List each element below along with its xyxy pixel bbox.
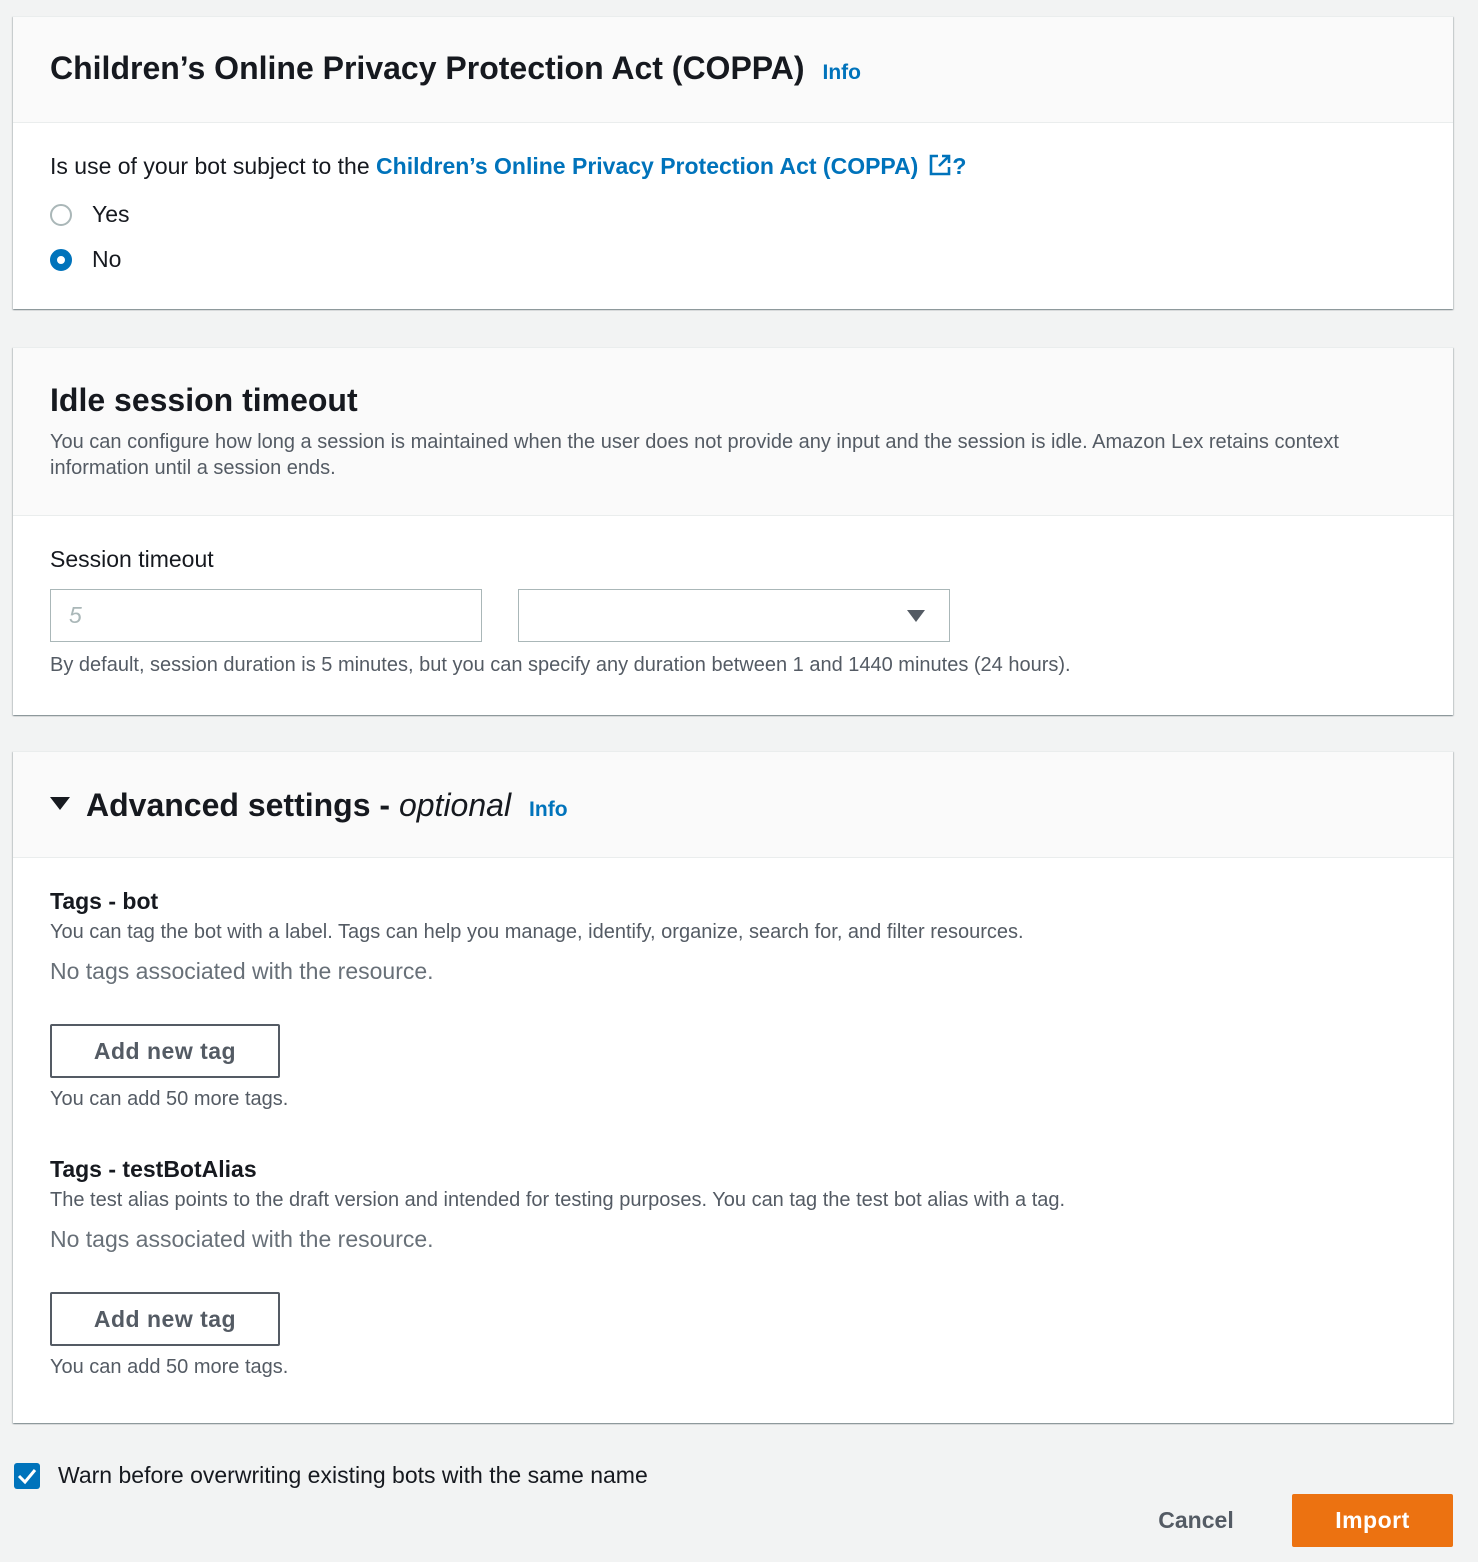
cancel-button[interactable]: Cancel — [1130, 1494, 1262, 1546]
advanced-settings-panel: Advanced settings - optional Info Tags - … — [13, 751, 1453, 1423]
idle-session-panel: Idle session timeout You can configure h… — [13, 347, 1453, 715]
tags-bot-empty: No tags associated with the resource. — [50, 958, 434, 984]
coppa-question: Is use of your bot subject to the Childr… — [50, 153, 966, 180]
coppa-radio-yes[interactable]: Yes — [50, 201, 130, 228]
radio-yes-label: Yes — [92, 201, 130, 227]
caret-down-icon — [907, 610, 925, 622]
checkmark-icon — [17, 1468, 37, 1484]
session-timeout-hint: By default, session duration is 5 minute… — [50, 654, 1071, 676]
coppa-question-mark: ? — [952, 153, 967, 179]
external-link-icon — [930, 154, 951, 176]
advanced-info-link[interactable]: Info — [529, 798, 567, 821]
advanced-title-main: Advanced settings - — [86, 787, 399, 823]
idle-session-title: Idle session timeout — [50, 382, 358, 418]
advanced-settings-title[interactable]: Advanced settings - optional — [86, 787, 511, 824]
coppa-radio-no[interactable]: No — [50, 246, 121, 273]
coppa-panel-header: Children’s Online Privacy Protection Act… — [13, 17, 1453, 123]
tags-testbotalias-section: Tags - testBotAlias The test alias point… — [50, 1156, 1065, 1379]
tags-bot-description: You can tag the bot with a label. Tags c… — [50, 921, 1024, 943]
add-new-tag-alias-button[interactable]: Add new tag — [50, 1292, 280, 1346]
add-new-tag-bot-button[interactable]: Add new tag — [50, 1024, 280, 1078]
session-timeout-input[interactable] — [50, 589, 482, 642]
session-timeout-label: Session timeout — [50, 546, 214, 572]
idle-session-description: You can configure how long a session is … — [50, 431, 1339, 479]
advanced-settings-header[interactable]: Advanced settings - optional Info — [13, 752, 1453, 858]
advanced-title-optional: optional — [398, 787, 512, 823]
coppa-title: Children’s Online Privacy Protection Act… — [50, 50, 805, 86]
coppa-info-link[interactable]: Info — [823, 61, 861, 84]
tags-bot-section: Tags - bot You can tag the bot with a la… — [50, 888, 1024, 1111]
expand-caret-icon[interactable] — [50, 797, 70, 810]
tags-alias-empty: No tags associated with the resource. — [50, 1226, 434, 1252]
radio-yes-circle[interactable] — [50, 203, 72, 226]
tags-alias-remaining: You can add 50 more tags. — [50, 1356, 289, 1378]
tags-alias-description: The test alias points to the draft versi… — [50, 1189, 1066, 1211]
session-timeout-unit-select[interactable] — [518, 589, 950, 642]
tags-bot-remaining: You can add 50 more tags. — [50, 1088, 289, 1110]
import-button[interactable]: Import — [1292, 1494, 1453, 1547]
tags-bot-title: Tags - bot — [50, 888, 159, 914]
coppa-link-text: Children’s Online Privacy Protection Act… — [376, 153, 919, 179]
warn-overwrite-checkbox[interactable] — [14, 1462, 40, 1489]
warn-overwrite-option[interactable]: Warn before overwriting existing bots wi… — [14, 1462, 648, 1489]
coppa-external-link[interactable]: Children’s Online Privacy Protection Act… — [376, 153, 952, 179]
coppa-question-text: Is use of your bot subject to the — [50, 153, 377, 179]
radio-no-label: No — [92, 246, 122, 272]
tags-alias-title: Tags - testBotAlias — [50, 1156, 257, 1182]
warn-overwrite-label: Warn before overwriting existing bots wi… — [58, 1462, 648, 1488]
coppa-panel: Children’s Online Privacy Protection Act… — [13, 16, 1453, 309]
radio-no-circle[interactable] — [50, 248, 72, 271]
idle-session-header: Idle session timeout You can configure h… — [13, 348, 1453, 516]
